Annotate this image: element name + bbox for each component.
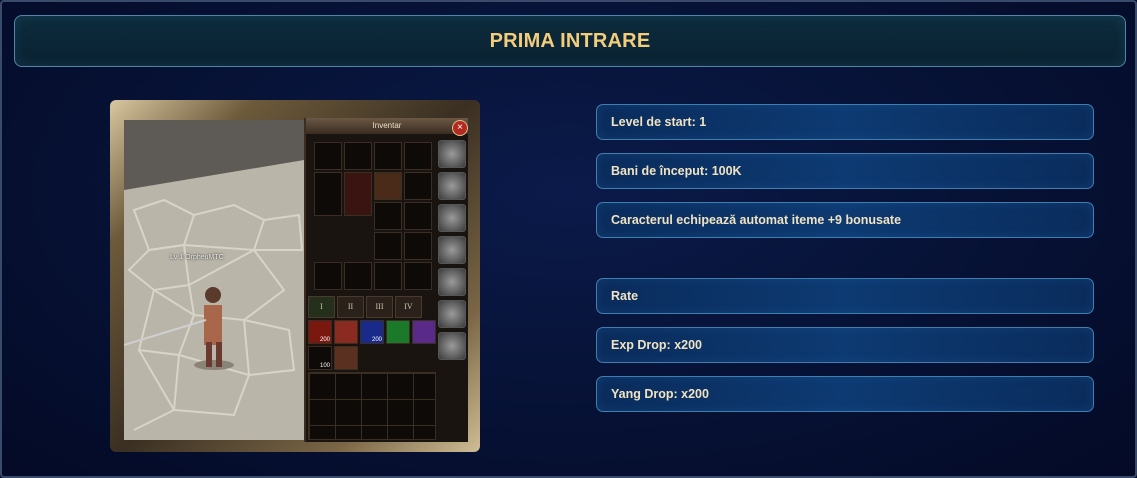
- item-count: 100: [319, 363, 330, 369]
- equipment-slot[interactable]: [344, 142, 372, 170]
- equipment-slot[interactable]: [374, 262, 402, 290]
- game-world-view: Lv 1 OrpheuMTC: [124, 120, 304, 440]
- info-auto-equip: Caracterul echipează automat iteme +9 bo…: [596, 202, 1094, 238]
- equipment-slot[interactable]: [374, 142, 402, 170]
- equipment-slot[interactable]: [374, 232, 402, 260]
- chest-icon[interactable]: [438, 268, 466, 296]
- header-bar: PRIMA INTRARE: [14, 15, 1126, 67]
- info-label: Rate: [611, 289, 639, 303]
- orb-icon[interactable]: [438, 236, 466, 264]
- equipment-slot[interactable]: [314, 172, 342, 216]
- inventory-item[interactable]: 200: [308, 320, 332, 344]
- equipment-slot[interactable]: [344, 172, 372, 216]
- equipment-slot[interactable]: [404, 232, 432, 260]
- close-icon[interactable]: ×: [452, 120, 468, 136]
- character-name-label: Lv 1 OrpheuMTC: [170, 254, 224, 261]
- equipment-slot[interactable]: [314, 142, 342, 170]
- equipment-slot[interactable]: [344, 262, 372, 290]
- info-label: Bani de început: 100K: [611, 164, 742, 178]
- inventory-tab-2[interactable]: II: [337, 296, 364, 318]
- inventory-tab-4[interactable]: IV: [395, 296, 422, 318]
- inventory-title: Inventar: [306, 118, 468, 134]
- inventory-item[interactable]: [334, 346, 358, 370]
- equipment-slot[interactable]: [404, 172, 432, 200]
- page-title: PRIMA INTRARE: [489, 29, 651, 52]
- info-yang-drop: Yang Drop: x200: [596, 376, 1094, 412]
- equipment-slot[interactable]: [404, 202, 432, 230]
- inventory-tab-3[interactable]: III: [366, 296, 393, 318]
- item-count: 200: [319, 337, 330, 343]
- orb-icon[interactable]: [438, 204, 466, 232]
- equipment-slot[interactable]: [374, 172, 402, 200]
- info-label: Yang Drop: x200: [611, 387, 709, 401]
- equipment-slot[interactable]: [374, 202, 402, 230]
- recycle-icon[interactable]: [438, 300, 466, 328]
- info-starting-money: Bani de început: 100K: [596, 153, 1094, 189]
- dragon-stone-icon[interactable]: [438, 172, 466, 200]
- info-level-start: Level de start: 1: [596, 104, 1094, 140]
- inventory-tab-1[interactable]: I: [308, 296, 335, 318]
- ring-icon[interactable]: [438, 140, 466, 168]
- inventory-item[interactable]: [334, 320, 358, 344]
- inventory-item[interactable]: [412, 320, 436, 344]
- item-count: 200: [371, 337, 382, 343]
- page-frame: PRIMA INTRARE Lv 1 OrpheuMTC Inventar × …: [0, 0, 1137, 478]
- inventory-item[interactable]: 200: [360, 320, 384, 344]
- info-label: Level de start: 1: [611, 115, 707, 129]
- inventory-item[interactable]: 100: [308, 346, 332, 370]
- game-screenshot: Lv 1 OrpheuMTC Inventar × I II III IV 20…: [110, 100, 480, 452]
- info-exp-drop: Exp Drop: x200: [596, 327, 1094, 363]
- inventory-window: Inventar × I II III IV 200 200 100: [304, 118, 468, 442]
- equipment-slot[interactable]: [404, 262, 432, 290]
- equipment-slot[interactable]: [314, 262, 342, 290]
- equipment-slot[interactable]: [404, 142, 432, 170]
- info-label: Caracterul echipează automat iteme +9 bo…: [611, 213, 902, 227]
- inventory-item[interactable]: [386, 320, 410, 344]
- info-rates-heading: Rate: [596, 278, 1094, 314]
- portrait-icon[interactable]: [438, 332, 466, 360]
- inventory-grid[interactable]: [308, 372, 436, 440]
- info-label: Exp Drop: x200: [611, 338, 703, 352]
